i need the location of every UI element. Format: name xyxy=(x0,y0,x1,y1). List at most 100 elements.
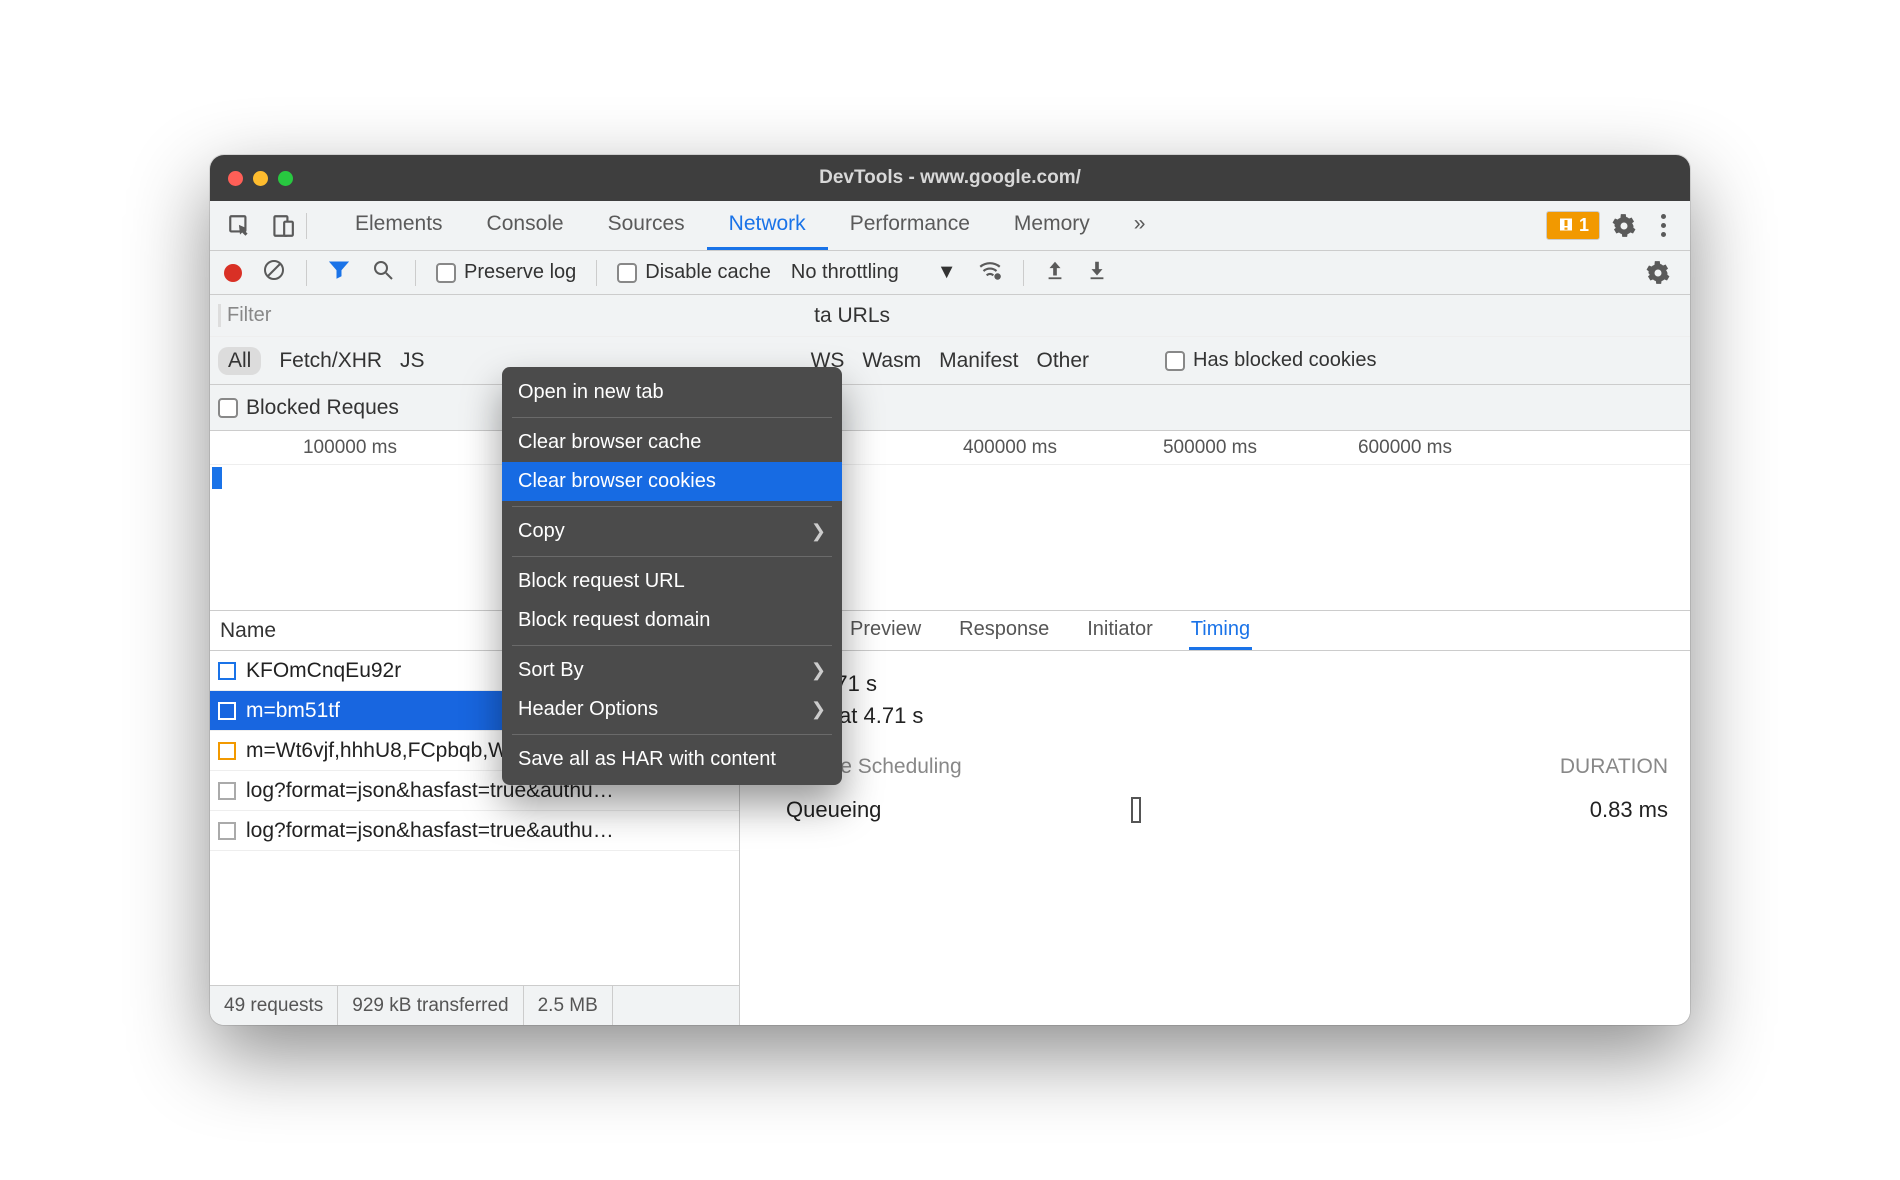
close-window-button[interactable] xyxy=(228,171,243,186)
inspect-element-icon[interactable] xyxy=(222,208,258,244)
checkbox-icon xyxy=(436,263,456,283)
checkbox-icon xyxy=(1165,351,1185,371)
type-fetch-xhr[interactable]: Fetch/XHR xyxy=(279,349,382,373)
throttling-dropdown[interactable]: No throttling ▼ xyxy=(791,261,957,284)
data-urls-label: ta URLs xyxy=(814,304,1690,328)
duration-header: DURATION xyxy=(1560,755,1668,779)
context-menu: Open in new tab Clear browser cache Clea… xyxy=(502,367,842,785)
menu-separator xyxy=(512,556,832,557)
tab-performance[interactable]: Performance xyxy=(828,201,992,250)
menu-block-request-domain[interactable]: Block request domain xyxy=(502,601,842,640)
issues-count: 1 xyxy=(1579,215,1589,236)
request-name: KFOmCnqEu92r xyxy=(246,659,401,683)
request-name: m=bm51tf xyxy=(246,699,340,723)
titlebar: DevTools - www.google.com/ xyxy=(210,155,1690,201)
panel-settings-icon[interactable] xyxy=(1640,255,1676,291)
settings-icon[interactable] xyxy=(1606,208,1642,244)
menu-separator xyxy=(512,734,832,735)
issues-badge[interactable]: 1 xyxy=(1546,211,1600,240)
panel-tabs: Elements Console Sources Network Perform… xyxy=(333,201,1167,250)
queueing-value: 0.83 ms xyxy=(1590,797,1668,823)
menu-header-options[interactable]: Header Options❯ xyxy=(502,690,842,729)
file-icon xyxy=(218,742,236,760)
window-title: DevTools - www.google.com/ xyxy=(210,167,1690,189)
detail-tab-bar: aders Preview Response Initiator Timing xyxy=(740,611,1690,651)
tab-elements[interactable]: Elements xyxy=(333,201,465,250)
upload-har-icon[interactable] xyxy=(1044,259,1066,286)
traffic-lights xyxy=(228,171,293,186)
blocked-requests-checkbox[interactable]: Blocked Reques xyxy=(218,396,399,420)
device-toolbar-icon[interactable] xyxy=(264,208,300,244)
queued-at: ed at 4.71 s xyxy=(762,671,1668,697)
blocked-requests-label: Blocked Reques xyxy=(246,396,399,420)
status-requests: 49 requests xyxy=(210,986,338,1025)
menu-clear-browser-cookies[interactable]: Clear browser cookies xyxy=(502,462,842,501)
request-detail-pane: aders Preview Response Initiator Timing … xyxy=(740,611,1690,1025)
type-manifest[interactable]: Manifest xyxy=(939,349,1018,373)
separator xyxy=(1023,260,1024,286)
separator xyxy=(306,260,307,286)
separator xyxy=(306,213,307,239)
maximize-window-button[interactable] xyxy=(278,171,293,186)
disable-cache-checkbox[interactable]: Disable cache xyxy=(617,261,771,284)
tab-console[interactable]: Console xyxy=(465,201,586,250)
preserve-log-checkbox[interactable]: Preserve log xyxy=(436,261,576,284)
type-other[interactable]: Other xyxy=(1036,349,1089,373)
lower-panels: Name KFOmCnqEu92r m=bm51tf m=Wt6vjf,hhhU… xyxy=(210,611,1690,1025)
filter-icon[interactable] xyxy=(327,258,351,287)
detail-tab-timing[interactable]: Timing xyxy=(1189,612,1252,650)
timeline-selection[interactable] xyxy=(212,467,222,489)
minimize-window-button[interactable] xyxy=(253,171,268,186)
filter-input[interactable]: Filter xyxy=(218,304,271,327)
tick-label: 500000 ms xyxy=(1163,437,1257,459)
filter-row: Filter ta URLs xyxy=(210,295,1690,337)
queueing-bar xyxy=(1131,797,1141,823)
resource-type-filter: All Fetch/XHR JS WS Wasm Manifest Other … xyxy=(210,337,1690,385)
menu-clear-browser-cache[interactable]: Clear browser cache xyxy=(502,423,842,462)
record-button[interactable] xyxy=(224,264,242,282)
menu-save-as-har[interactable]: Save all as HAR with content xyxy=(502,740,842,779)
menu-separator xyxy=(512,645,832,646)
file-icon xyxy=(218,782,236,800)
clear-icon[interactable] xyxy=(262,258,286,287)
disable-cache-label: Disable cache xyxy=(645,261,771,284)
menu-block-request-url[interactable]: Block request URL xyxy=(502,562,842,601)
chevron-right-icon: ❯ xyxy=(811,521,826,542)
detail-tab-response[interactable]: Response xyxy=(957,612,1051,650)
chevron-right-icon: ❯ xyxy=(811,660,826,681)
menu-sort-by[interactable]: Sort By❯ xyxy=(502,651,842,690)
status-transferred: 929 kB transferred xyxy=(338,986,523,1025)
detail-tab-preview[interactable]: Preview xyxy=(848,612,923,650)
network-conditions-icon[interactable] xyxy=(977,257,1003,288)
menu-open-in-new-tab[interactable]: Open in new tab xyxy=(502,373,842,412)
status-resources: 2.5 MB xyxy=(524,986,613,1025)
filter-options-row: Blocked Reques xyxy=(210,385,1690,431)
checkbox-icon xyxy=(218,398,238,418)
download-har-icon[interactable] xyxy=(1086,259,1108,286)
separator xyxy=(415,260,416,286)
file-icon xyxy=(218,662,236,680)
waterfall-timeline[interactable]: 100000 ms 400000 ms 500000 ms 600000 ms xyxy=(210,431,1690,611)
search-icon[interactable] xyxy=(371,258,395,287)
menu-copy[interactable]: Copy❯ xyxy=(502,512,842,551)
tick-label: 400000 ms xyxy=(963,437,1057,459)
request-name: log?format=json&hasfast=true&authu… xyxy=(246,819,614,843)
has-blocked-cookies-label: Has blocked cookies xyxy=(1193,349,1376,372)
type-js[interactable]: JS xyxy=(400,349,425,373)
queueing-label: Queueing xyxy=(762,797,881,823)
more-menu-icon[interactable] xyxy=(1648,214,1678,237)
has-blocked-cookies-checkbox[interactable]: Has blocked cookies xyxy=(1165,349,1376,372)
network-status-bar: 49 requests 929 kB transferred 2.5 MB xyxy=(210,985,739,1025)
tab-sources[interactable]: Sources xyxy=(586,201,707,250)
type-all[interactable]: All xyxy=(218,347,261,375)
checkbox-icon xyxy=(617,263,637,283)
network-toolbar: Preserve log Disable cache No throttling… xyxy=(210,251,1690,295)
detail-tab-initiator[interactable]: Initiator xyxy=(1085,612,1155,650)
type-wasm[interactable]: Wasm xyxy=(862,349,921,373)
tab-memory[interactable]: Memory xyxy=(992,201,1112,250)
request-row[interactable]: log?format=json&hasfast=true&authu… xyxy=(210,811,739,851)
chevron-right-icon: ❯ xyxy=(811,699,826,720)
tab-network[interactable]: Network xyxy=(707,201,828,250)
dropdown-icon: ▼ xyxy=(937,261,957,284)
tab-more[interactable]: » xyxy=(1112,201,1168,250)
